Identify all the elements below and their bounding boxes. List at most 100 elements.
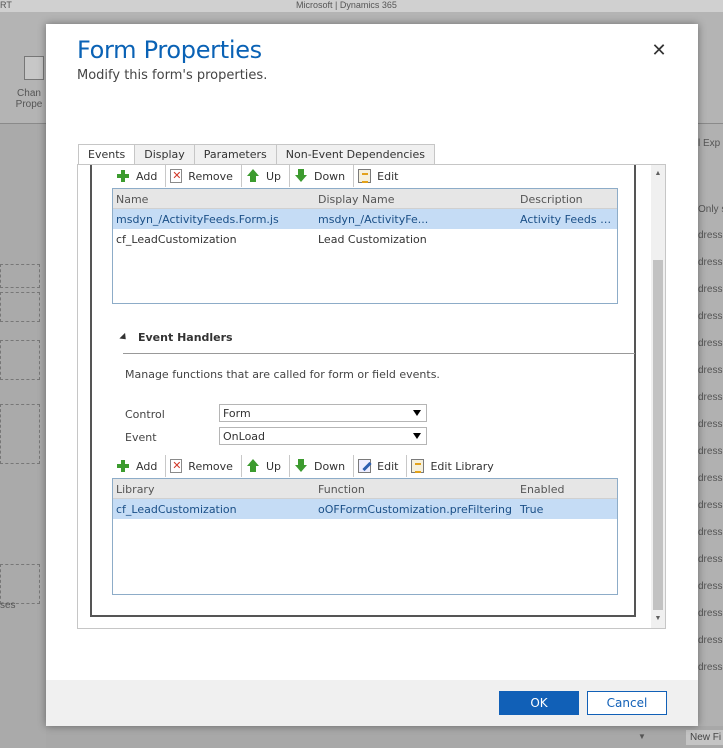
vertical-scrollbar[interactable]: ▲ ▼ <box>651 165 665 628</box>
background-right-item: dress <box>698 446 723 457</box>
tab-parameters[interactable]: Parameters <box>193 144 277 164</box>
table-row[interactable]: msdyn_/ActivityFeeds.Form.js msdyn_/Acti… <box>113 209 617 229</box>
scrollbar-thumb[interactable] <box>653 260 663 610</box>
cell-library: cf_LeadCustomization <box>116 503 237 516</box>
background-right-item: dress <box>698 500 723 511</box>
remove-icon <box>170 459 183 473</box>
background-top-left-text: RT <box>0 0 12 10</box>
background-right-item: dress <box>698 338 723 349</box>
library-up-button[interactable]: Up <box>242 165 290 187</box>
control-select-value: Form <box>223 407 251 420</box>
form-properties-dialog: Form Properties Modify this form's prope… <box>46 24 698 726</box>
library-add-button[interactable]: Add <box>112 165 167 187</box>
background-bottom-bar: ▼ New Fi <box>46 726 723 748</box>
scroll-up-icon[interactable]: ▲ <box>651 167 665 181</box>
event-handlers-description: Manage functions that are called for for… <box>125 368 440 381</box>
ok-button[interactable]: OK <box>499 691 579 715</box>
form-libraries-grid: Name Display Name Description msdyn_/Act… <box>112 188 618 304</box>
cell-name: msdyn_/ActivityFeeds.Form.js <box>116 213 279 226</box>
arrow-down-icon <box>294 169 308 183</box>
grid-header: Library Function Enabled <box>113 479 617 499</box>
event-label: Event <box>125 431 157 444</box>
column-header-enabled[interactable]: Enabled <box>517 479 617 498</box>
column-header-description[interactable]: Description <box>517 189 617 208</box>
tab-display[interactable]: Display <box>134 144 195 164</box>
scroll-down-icon[interactable]: ▼ <box>651 612 665 626</box>
handler-up-button[interactable]: Up <box>242 455 290 477</box>
arrow-up-icon <box>246 459 260 473</box>
events-tab-panel: Add Remove Up Down Edit Name Display Nam… <box>77 164 666 629</box>
background-dashed-box <box>0 404 40 464</box>
handler-edit-library-button[interactable]: Edit Library <box>407 455 501 477</box>
remove-icon <box>170 169 183 183</box>
add-icon <box>116 459 130 473</box>
column-header-name[interactable]: Name <box>113 189 315 208</box>
handler-edit-button[interactable]: Edit <box>354 455 408 477</box>
control-label: Control <box>125 408 165 421</box>
edit-library-label: Edit Library <box>430 459 494 473</box>
table-row[interactable]: cf_LeadCustomization oOFFormCustomizatio… <box>113 499 617 519</box>
background-right-item: dress <box>698 554 723 565</box>
edit-library-icon <box>411 459 425 473</box>
add-icon <box>116 169 130 183</box>
down-label: Down <box>313 169 346 183</box>
column-header-library[interactable]: Library <box>113 479 315 498</box>
cell-enabled: True <box>520 503 544 516</box>
handler-add-button[interactable]: Add <box>112 455 167 477</box>
up-label: Up <box>265 459 281 473</box>
chevron-down-icon <box>413 410 421 416</box>
add-label: Add <box>136 169 158 183</box>
handlers-toolbar: Add Remove Up Down Edit Edit Library <box>112 455 502 477</box>
dialog-title: Form Properties <box>77 36 262 64</box>
background-dashed-box <box>0 292 40 322</box>
close-icon[interactable]: ✕ <box>650 42 668 60</box>
event-select[interactable]: OnLoad <box>219 427 427 445</box>
tab-events[interactable]: Events <box>78 144 136 165</box>
background-right-item: dress <box>698 284 723 295</box>
background-left-pane: ses <box>0 124 46 748</box>
background-right-pane: l Exp Only s dress dress dress dress dress dr… <box>698 124 723 748</box>
background-right-item: dress <box>698 257 723 268</box>
document-icon <box>24 56 44 80</box>
remove-label: Remove <box>188 459 233 473</box>
column-header-function[interactable]: Function <box>315 479 517 498</box>
event-select-value: OnLoad <box>223 430 266 443</box>
background-new-button: New Fi <box>686 730 723 745</box>
cell-display-name: msdyn_/ActivityFe... <box>318 213 429 226</box>
background-ribbon-button: Chan Prope <box>15 88 43 110</box>
dialog-footer: OK Cancel <box>46 680 698 726</box>
edit-label: Edit <box>377 459 399 473</box>
library-down-button[interactable]: Down <box>290 165 355 187</box>
handler-down-button[interactable]: Down <box>290 455 355 477</box>
background-top-bar: RT Microsoft | Dynamics 365 <box>0 0 723 12</box>
down-label: Down <box>313 459 346 473</box>
background-right-item: dress <box>698 365 723 376</box>
background-right-item: dress <box>698 311 723 322</box>
library-edit-button[interactable]: Edit <box>354 165 406 187</box>
section-divider <box>123 353 635 354</box>
remove-label: Remove <box>188 169 233 183</box>
library-remove-button[interactable]: Remove <box>166 165 242 187</box>
cell-name: cf_LeadCustomization <box>116 233 237 246</box>
arrow-down-icon <box>294 459 308 473</box>
pencil-icon <box>358 459 372 473</box>
control-select[interactable]: Form <box>219 404 427 422</box>
background-right-item: dress <box>698 527 723 538</box>
table-row[interactable]: cf_LeadCustomization Lead Customization <box>113 229 617 249</box>
background-right-item: dress <box>698 581 723 592</box>
cell-function: oOFFormCustomization.preFiltering <box>318 503 512 516</box>
handler-remove-button[interactable]: Remove <box>166 455 242 477</box>
chevron-down-icon <box>413 433 421 439</box>
background-right-text: Only s <box>698 204 723 215</box>
cancel-button[interactable]: Cancel <box>587 691 667 715</box>
background-right-item: dress <box>698 635 723 646</box>
event-handlers-section-header[interactable]: Event Handlers <box>119 331 233 344</box>
background-right-item: dress <box>698 419 723 430</box>
dialog-subtitle: Modify this form's properties. <box>77 68 268 83</box>
events-scroll-area: Add Remove Up Down Edit Name Display Nam… <box>90 165 636 617</box>
background-right-item: dress <box>698 662 723 673</box>
tab-non-event-dependencies[interactable]: Non-Event Dependencies <box>275 144 435 164</box>
column-header-display-name[interactable]: Display Name <box>315 189 517 208</box>
chevron-down-icon: ▼ <box>638 732 646 741</box>
background-right-item: dress <box>698 473 723 484</box>
